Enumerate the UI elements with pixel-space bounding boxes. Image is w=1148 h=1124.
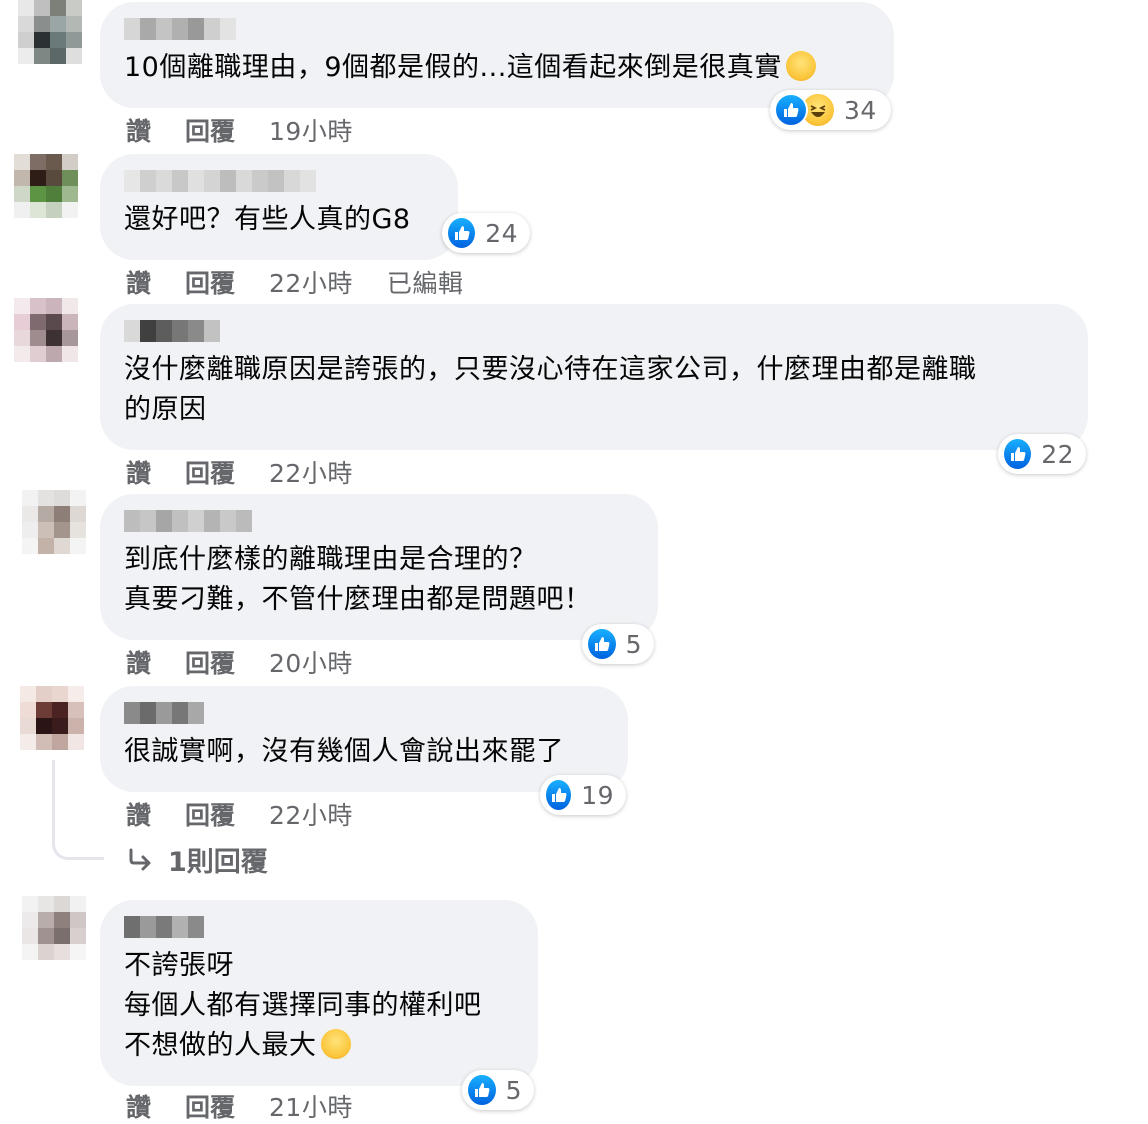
reaction-summary[interactable]: 22 [998,434,1086,474]
comment-actions: 讚 回覆 21小時 [126,1088,387,1124]
reply-button[interactable]: 回覆 [185,264,235,300]
comment-text: 沒什麼離職原因是誇張的，只要沒心待在這家公司，什麼理由都是離職 [124,354,977,385]
avatar[interactable] [20,686,96,762]
comment-text: 真要刁難，不管什麼理由都是問題吧！ [124,584,592,615]
comment-text: 每個人都有選擇同事的權利吧 [124,990,482,1021]
comment-text: 還好吧？有些人真的G8 [124,204,411,235]
thread-connector [52,760,104,860]
like-button[interactable]: 讚 [126,1088,151,1124]
avatar[interactable] [18,0,94,76]
timestamp[interactable]: 22小時 [269,796,353,832]
like-icon [446,216,478,250]
comment-text: 10個離職理由，9個都是假的...這個看起來倒是很真實 [124,48,870,88]
author-name-blurred[interactable] [124,702,604,724]
author-name-blurred[interactable] [124,320,1064,342]
comment-text: 到底什麼樣的離職理由是合理的？ [124,544,537,575]
reaction-count: 34 [844,95,877,125]
timestamp[interactable]: 22小時 [269,264,353,300]
like-icon [1002,437,1034,471]
reaction-summary[interactable]: 5 [582,624,654,664]
comment-actions: 讚 回覆 22小時 [126,796,387,832]
reply-button[interactable]: 回覆 [185,454,235,490]
like-button[interactable]: 讚 [126,796,151,832]
view-replies-link[interactable]: 1則回覆 [126,840,268,879]
comment-text: 很誠實啊，沒有幾個人會說出來罷了 [124,736,564,767]
comment-bubble: 10個離職理由，9個都是假的...這個看起來倒是很真實 [100,2,894,108]
rolling-on-floor-laughing-emoji-icon [785,51,816,81]
author-name-blurred[interactable] [124,916,514,938]
author-name-blurred[interactable] [124,18,870,40]
comment-bubble: 不誇張呀 每個人都有選擇同事的權利吧 不想做的人最大 [100,900,538,1086]
author-name-blurred[interactable] [124,170,434,192]
comment-bubble: 到底什麼樣的離職理由是合理的？ 真要刁難，不管什麼理由都是問題吧！ [100,494,658,640]
reaction-count: 5 [625,629,642,659]
comment-bubble: 沒什麼離職原因是誇張的，只要沒心待在這家公司，什麼理由都是離職 的原因 [100,304,1088,450]
timestamp[interactable]: 19小時 [269,112,353,148]
comment-actions: 讚 回覆 22小時 [126,454,387,490]
comment-text: 不誇張呀 [124,950,234,981]
reaction-summary[interactable]: 5 [462,1070,534,1110]
comment-text: 的原因 [124,394,207,425]
reply-button[interactable]: 回覆 [185,644,235,680]
comment-actions: 讚 回覆 22小時 已編輯 [126,264,497,300]
comment-text: 不想做的人最大 [124,1026,514,1066]
like-icon [774,93,808,127]
author-name-blurred[interactable] [124,510,634,532]
view-replies-label[interactable]: 1則回覆 [168,840,268,879]
comment-actions: 讚 回覆 20小時 [126,644,387,680]
reaction-summary[interactable]: 24 [442,213,530,253]
reaction-count: 19 [581,780,614,810]
avatar[interactable] [14,298,90,374]
comment-bubble: 還好吧？有些人真的G8 [100,154,458,260]
reply-button[interactable]: 回覆 [185,112,235,148]
edited-label[interactable]: 已編輯 [387,264,464,300]
reply-arrow-icon [129,848,151,870]
reaction-summary[interactable]: 34 [770,90,891,130]
avatar[interactable] [22,490,98,566]
reply-button[interactable]: 回覆 [185,796,235,832]
reaction-summary[interactable]: 19 [540,775,626,815]
reaction-count: 5 [505,1075,522,1105]
timestamp[interactable]: 21小時 [269,1088,353,1124]
reaction-count: 24 [485,218,518,248]
like-icon [466,1073,498,1107]
grinning-sweat-emoji-icon [320,1029,351,1059]
avatar[interactable] [22,896,98,972]
timestamp[interactable]: 22小時 [269,454,353,490]
reply-button[interactable]: 回覆 [185,1088,235,1124]
comment-actions: 讚 回覆 19小時 [126,112,387,148]
like-icon [544,778,574,812]
like-button[interactable]: 讚 [126,112,151,148]
like-button[interactable]: 讚 [126,264,151,300]
avatar[interactable] [14,154,90,230]
timestamp[interactable]: 20小時 [269,644,353,680]
like-icon [586,627,618,661]
reaction-count: 22 [1041,439,1074,469]
like-button[interactable]: 讚 [126,454,151,490]
like-button[interactable]: 讚 [126,644,151,680]
comment-bubble: 很誠實啊，沒有幾個人會說出來罷了 [100,686,628,792]
